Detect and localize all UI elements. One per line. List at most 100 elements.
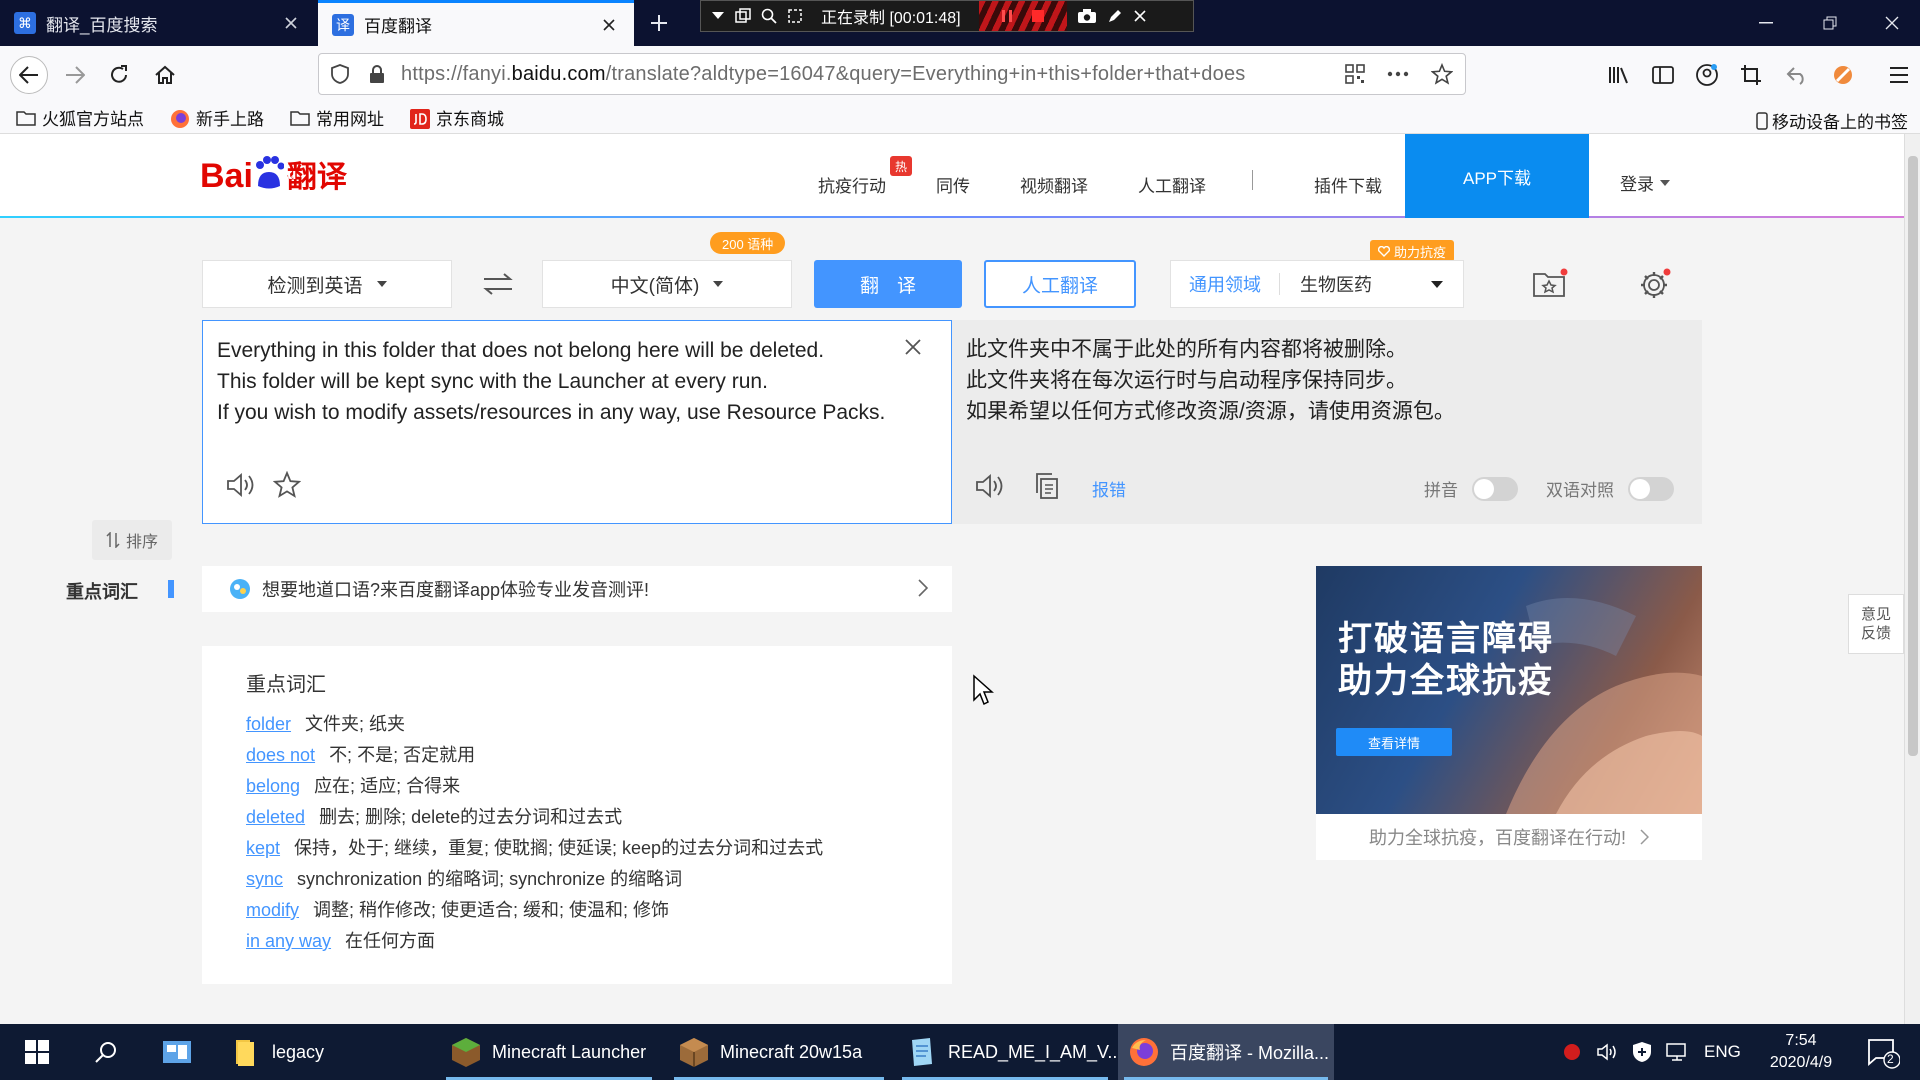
record-dot-icon[interactable] <box>1562 1042 1582 1062</box>
account-icon[interactable] <box>1690 58 1724 92</box>
favorites-folder-icon[interactable] <box>1530 264 1570 304</box>
domain-general[interactable]: 通用领域 <box>1171 273 1280 295</box>
translate-button[interactable]: 翻译 <box>814 260 962 308</box>
dropdown-icon[interactable] <box>711 11 725 21</box>
target-speaker-icon[interactable] <box>974 472 1006 500</box>
vocab-word-link[interactable]: folder <box>246 714 291 734</box>
feedback-button[interactable]: 意见 反馈 <box>1848 594 1904 654</box>
camera-icon[interactable] <box>1077 8 1097 24</box>
start-icon[interactable] <box>14 1024 60 1080</box>
key-vocab-nav-label[interactable]: 重点词汇 <box>66 578 138 604</box>
taskbar-item-minecraft-launcher[interactable]: Minecraft Launcher <box>440 1024 658 1080</box>
taskbar-item-legacy[interactable]: legacy <box>220 1024 426 1080</box>
bookmark-item[interactable]: 常用网址 <box>290 105 384 130</box>
vocab-word-link[interactable]: sync <box>246 869 283 889</box>
settings-gear-icon[interactable] <box>1634 264 1674 304</box>
vocab-word-link[interactable]: does not <box>246 745 315 765</box>
minimize-icon[interactable] <box>1736 0 1796 46</box>
menu-icon[interactable] <box>1882 58 1916 92</box>
bookmark-item[interactable]: 新手上路 <box>170 105 264 130</box>
nav-simultaneous[interactable]: 同传 <box>936 172 970 197</box>
volume-icon[interactable] <box>1596 1042 1618 1062</box>
home-icon[interactable] <box>148 58 182 92</box>
nav-plugin-download[interactable]: 插件下载 <box>1314 172 1382 197</box>
extension-icon[interactable] <box>1826 58 1860 92</box>
ad-banner[interactable]: 打破语言障碍 助力全球抗疫 查看详情 <box>1316 566 1702 814</box>
tab-baidu-translate[interactable]: 译 百度翻译 <box>318 0 634 46</box>
nav-human-translate[interactable]: 人工翻译 <box>1138 172 1206 197</box>
bookmark-star-icon[interactable] <box>1431 63 1453 85</box>
sort-button[interactable]: 排序 <box>92 520 172 560</box>
source-language-select[interactable]: 检测到英语 <box>202 260 452 308</box>
bookmark-item[interactable]: 火狐官方站点 <box>16 105 144 130</box>
baidu-translate-logo[interactable]: Bai du 翻译 <box>200 152 347 196</box>
close-tab-icon[interactable] <box>598 14 620 36</box>
lock-icon[interactable] <box>369 64 385 84</box>
back-icon[interactable] <box>10 56 48 94</box>
qr-code-icon[interactable] <box>1345 64 1365 84</box>
app-download-button[interactable]: APP下载 <box>1405 134 1589 218</box>
vocab-word-link[interactable]: deleted <box>246 807 305 827</box>
tab-baidu-search[interactable]: ⌘ 翻译_百度搜索 <box>0 0 316 46</box>
clear-input-icon[interactable] <box>903 337 927 361</box>
more-icon[interactable] <box>1387 71 1409 77</box>
window-close-icon[interactable] <box>1862 0 1920 46</box>
reload-icon[interactable] <box>102 58 136 92</box>
report-error-link[interactable]: 报错 <box>1092 476 1126 501</box>
vocab-word-link[interactable]: belong <box>246 776 300 796</box>
nav-video-translate[interactable]: 视频翻译 <box>1020 172 1088 197</box>
new-tab-icon[interactable] <box>646 10 672 36</box>
pen-icon[interactable] <box>1107 8 1123 24</box>
vocab-word-link[interactable]: kept <box>246 838 280 858</box>
restore-icon[interactable] <box>1800 0 1860 46</box>
close-tab-icon[interactable] <box>280 12 302 34</box>
copy-icon[interactable] <box>1034 472 1062 500</box>
scrollbar-thumb[interactable] <box>1908 156 1918 756</box>
shield-icon[interactable] <box>331 64 349 84</box>
bilingual-toggle[interactable] <box>1628 476 1674 501</box>
vocab-word-link[interactable]: modify <box>246 900 299 920</box>
taskbar-item-firefox[interactable]: 百度翻译 - Mozilla... <box>1118 1024 1334 1080</box>
zoom-icon[interactable] <box>761 8 777 24</box>
source-speaker-icon[interactable] <box>225 471 257 499</box>
forward-icon[interactable] <box>58 58 92 92</box>
ad-details-button[interactable]: 查看详情 <box>1336 728 1452 756</box>
mobile-bookmarks[interactable]: 移动设备上的书签 <box>1756 108 1908 133</box>
nav-epidemic[interactable]: 抗疫行动 <box>818 172 886 197</box>
clock[interactable]: 7:54 2020/4/9 <box>1756 1030 1846 1074</box>
pinyin-toggle[interactable] <box>1472 476 1518 501</box>
region-icon[interactable] <box>787 8 803 24</box>
security-shield-icon[interactable] <box>1632 1041 1652 1063</box>
sidebar-icon[interactable] <box>1646 58 1680 92</box>
pause-icon[interactable] <box>1001 9 1013 23</box>
search-icon[interactable] <box>84 1024 128 1080</box>
vocab-word-link[interactable]: in any way <box>246 931 331 951</box>
window-icon[interactable] <box>735 8 751 24</box>
stop-icon[interactable] <box>1031 9 1045 23</box>
address-bar[interactable]: https://fanyi.baidu.com/translate?aldtyp… <box>318 53 1466 95</box>
undo-icon[interactable] <box>1780 58 1814 92</box>
domain-selected[interactable]: 生物医药 <box>1280 271 1463 297</box>
close-recorder-icon[interactable] <box>1133 9 1147 23</box>
human-translate-button[interactable]: 人工翻译 <box>984 260 1136 308</box>
network-icon[interactable] <box>1666 1042 1690 1062</box>
target-language-select[interactable]: 中文(简体) <box>542 260 792 308</box>
favorite-star-icon[interactable] <box>273 471 303 499</box>
taskview-icon[interactable] <box>152 1024 202 1080</box>
library-icon[interactable] <box>1602 58 1636 92</box>
ad-footer-link[interactable]: 助力全球抗疫，百度翻译在行动! <box>1316 814 1702 860</box>
domain-select[interactable]: 通用领域 生物医药 <box>1170 260 1464 308</box>
taskbar-item-readme[interactable]: READ_ME_I_AM_V... <box>896 1024 1122 1080</box>
bookmark-item[interactable]: 京东商城 <box>410 105 504 130</box>
notification-center-icon[interactable]: 2 <box>1866 1036 1900 1070</box>
page-scrollbar[interactable] <box>1904 134 1920 1024</box>
input-language[interactable]: ENG <box>1704 1042 1741 1062</box>
login-menu[interactable]: 登录 <box>1620 170 1670 195</box>
notification-count: 2 <box>1887 1052 1894 1066</box>
source-text[interactable]: Everything in this folder that does not … <box>217 335 897 428</box>
promo-banner[interactable]: 想要地道口语?来百度翻译app体验专业发音测评! <box>202 566 952 612</box>
swap-languages-icon[interactable] <box>478 266 518 302</box>
crop-icon[interactable] <box>1734 58 1768 92</box>
taskbar-item-minecraft-game[interactable]: Minecraft 20w15a <box>668 1024 890 1080</box>
source-text-area[interactable]: Everything in this folder that does not … <box>202 320 952 524</box>
